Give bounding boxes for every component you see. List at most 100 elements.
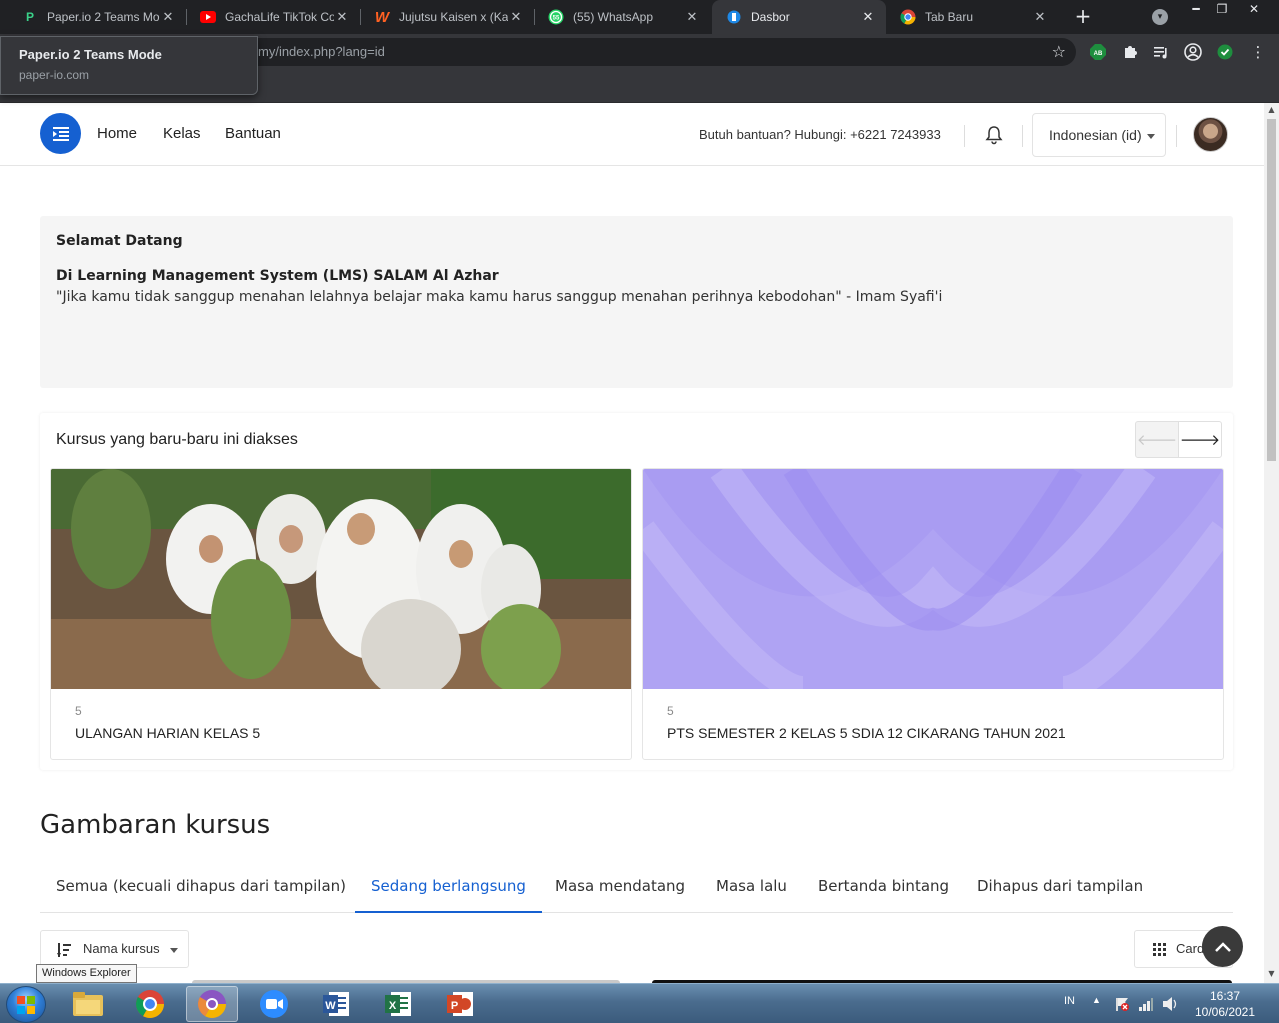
tab-future[interactable]: Masa mendatang <box>555 865 685 913</box>
sort-dropdown[interactable]: Nama kursus <box>40 930 189 968</box>
network-icon[interactable] <box>1138 996 1154 1012</box>
word-icon[interactable]: W <box>310 986 362 1022</box>
close-tab-icon[interactable]: ✕ <box>860 9 876 25</box>
sort-icon <box>57 943 71 957</box>
security-shield-icon[interactable] <box>1215 42 1235 62</box>
tab-title: Dasbor <box>751 10 790 24</box>
back-to-top-button[interactable] <box>1202 926 1243 967</box>
close-tab-icon[interactable]: ✕ <box>160 9 176 25</box>
drawer-menu-icon <box>52 126 69 141</box>
close-tab-icon[interactable]: ✕ <box>508 9 524 25</box>
next-page-button[interactable]: 🡒 <box>1178 421 1222 458</box>
show-hidden-icons[interactable]: ▲ <box>1092 995 1101 1005</box>
address-bar[interactable]: my/index.php?lang=id ☆ <box>118 38 1076 66</box>
view-mode-label: Card <box>1176 941 1205 956</box>
system-clock[interactable]: 16:37 10/06/2021 <box>1190 988 1260 1020</box>
scroll-up-icon[interactable]: ▲ <box>1267 105 1276 114</box>
whatsapp-icon: 55 <box>548 9 564 25</box>
page-scrollbar[interactable]: ▲ ▼ <box>1264 103 1279 983</box>
media-queue-icon[interactable] <box>1151 42 1171 62</box>
notification-bell-icon[interactable] <box>984 125 1004 145</box>
input-language[interactable]: IN <box>1064 995 1075 1007</box>
extensions-puzzle-icon[interactable] <box>1120 42 1140 62</box>
action-center-flag-icon[interactable] <box>1114 996 1130 1012</box>
chrome-taskbar-icon[interactable] <box>124 986 176 1022</box>
excel-icon[interactable]: X <box>372 986 424 1022</box>
browser-menu-icon[interactable]: ⋮ <box>1248 42 1268 62</box>
windows-logo-icon <box>17 995 35 1014</box>
close-tab-icon[interactable]: ✕ <box>684 9 700 25</box>
chevron-up-icon <box>1214 941 1231 952</box>
drawer-toggle-button[interactable] <box>40 113 81 154</box>
course-category: 5 <box>75 704 82 718</box>
tab-in-progress[interactable]: Sedang berlangsung <box>355 865 542 913</box>
welcome-subheading: Di Learning Management System (LMS) SALA… <box>56 268 499 284</box>
tab-jujutsu[interactable]: W Jujutsu Kaisen x (Kanji ✕ <box>360 0 534 34</box>
scrollbar-thumb[interactable] <box>1267 119 1276 461</box>
svg-text:AB: AB <box>1094 51 1103 57</box>
scroll-down-icon[interactable]: ▼ <box>1267 969 1276 978</box>
course-overview-tabs: Semua (kecuali dihapus dari tampilan) Se… <box>40 865 1233 913</box>
file-explorer-icon[interactable] <box>62 986 114 1022</box>
tab-new[interactable]: Tab Baru ✕ <box>886 0 1058 34</box>
tab-hidden[interactable]: Dihapus dari tampilan <box>977 865 1143 913</box>
chrome-profile-taskbar-icon[interactable] <box>186 986 238 1022</box>
course-name[interactable]: ULANGAN HARIAN KELAS 5 <box>75 725 260 741</box>
tab-title: Jujutsu Kaisen x (Kanji <box>399 10 508 24</box>
page-viewport: Home Kelas Bantuan Butuh bantuan? Hubung… <box>0 103 1264 983</box>
close-tab-icon[interactable]: ✕ <box>334 9 350 25</box>
previous-page-button[interactable]: 🡐 <box>1135 421 1179 458</box>
tab-gachalife[interactable]: GachaLife TikTok Compilation ✕ <box>186 0 360 34</box>
divider <box>964 125 965 147</box>
arrow-right-icon: 🡒 <box>1179 431 1221 449</box>
restore-icon[interactable]: ❐ <box>1208 0 1236 18</box>
divider <box>1176 125 1177 147</box>
volume-icon[interactable] <box>1162 996 1180 1012</box>
adblock-extension-icon[interactable]: AB <box>1088 42 1108 62</box>
divider <box>1022 125 1023 147</box>
recent-courses-block: Kursus yang baru-baru ini diakses 🡐 🡒 5 … <box>40 413 1233 770</box>
svg-text:55: 55 <box>553 16 560 22</box>
close-window-icon[interactable]: ✕ <box>1240 0 1268 18</box>
tab-title: (55) WhatsApp <box>573 10 654 24</box>
tab-past[interactable]: Masa lalu <box>716 865 787 913</box>
course-card[interactable]: 5 ULANGAN HARIAN KELAS 5 <box>50 468 632 760</box>
zoom-icon[interactable] <box>248 986 300 1022</box>
tab-whatsapp[interactable]: 55 (55) WhatsApp ✕ <box>534 0 710 34</box>
clock-time: 16:37 <box>1209 989 1241 1003</box>
tab-starred[interactable]: Bertanda bintang <box>818 865 949 913</box>
youtube-icon <box>200 9 216 25</box>
tab-all[interactable]: Semua (kecuali dihapus dari tampilan) <box>56 865 346 913</box>
close-tab-icon[interactable]: ✕ <box>1032 9 1048 25</box>
new-tab-button[interactable]: + <box>1072 6 1094 28</box>
bookmark-star-icon[interactable]: ☆ <box>1052 42 1066 61</box>
nav-home-link[interactable]: Home <box>97 125 137 142</box>
paperio-icon: P <box>25 10 34 24</box>
tab-search-icon[interactable]: ▾ <box>1152 9 1168 25</box>
svg-text:W: W <box>325 1000 336 1012</box>
course-pattern-image <box>643 469 1223 689</box>
welcome-heading: Selamat Datang <box>56 233 183 249</box>
nav-kelas-link[interactable]: Kelas <box>163 125 201 142</box>
tab-paperio[interactable]: P Paper.io 2 Teams Mode ✕ <box>8 0 186 34</box>
course-name[interactable]: PTS SEMESTER 2 KELAS 5 SDIA 12 CIKARANG … <box>667 725 1066 741</box>
tab-dasbor[interactable]: Dasbor ✕ <box>712 0 886 34</box>
tab-title: Tab Baru <box>925 10 974 24</box>
minimize-icon[interactable]: ━ <box>1182 0 1210 18</box>
chrome-icon <box>900 9 916 25</box>
language-menu[interactable]: Indonesian (id) <box>1032 113 1166 157</box>
wattpad-icon: W <box>374 8 390 26</box>
profile-icon[interactable] <box>1183 42 1203 62</box>
help-contact-text: Butuh bantuan? Hubungi: +6221 7243933 <box>699 127 941 142</box>
windows-taskbar: W X P IN ▲ 16:37 10/06/2021 <box>0 983 1279 1023</box>
powerpoint-icon[interactable]: P <box>434 986 486 1022</box>
address-url: my/index.php?lang=id <box>258 44 385 59</box>
course-card[interactable]: 5 PTS SEMESTER 2 KELAS 5 SDIA 12 CIKARAN… <box>642 468 1224 760</box>
hovercard-title: Paper.io 2 Teams Mode <box>19 47 162 62</box>
caret-down-icon <box>1147 134 1155 139</box>
start-button[interactable] <box>6 986 46 1023</box>
nav-bantuan-link[interactable]: Bantuan <box>225 125 281 142</box>
welcome-block: Selamat Datang Di Learning Management Sy… <box>40 216 1233 388</box>
user-avatar[interactable] <box>1193 117 1228 152</box>
tab-title: GachaLife TikTok Compilation <box>225 10 334 24</box>
